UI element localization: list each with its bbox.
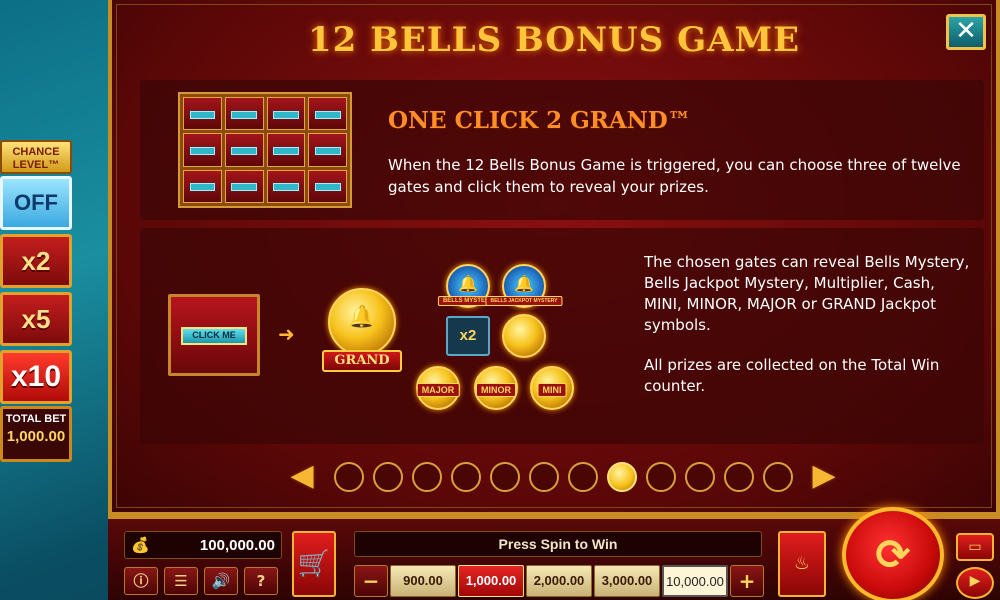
- total-bet-value: 1,000.00: [6, 428, 66, 445]
- paytable-panel: 12 BELLS BONUS GAME ✕ ONE CLICK 2 GRAND™…: [108, 0, 1000, 516]
- turbo-button[interactable]: ♨: [778, 531, 826, 597]
- arrow-right-icon: ➜: [278, 322, 295, 346]
- next-page-button[interactable]: ▶: [800, 459, 848, 493]
- page-dot[interactable]: [490, 462, 520, 492]
- help-button[interactable]: ?: [244, 567, 278, 595]
- increase-bet-button[interactable]: +: [730, 565, 764, 597]
- page-dot[interactable]: [334, 462, 364, 492]
- help-icon: ?: [256, 572, 266, 590]
- control-bar: 💰 100,000.00 ⓘ ☰ 🔊 ? 🛒 Press Spin to Win…: [108, 507, 1000, 600]
- turbo-icon: ♨: [793, 553, 811, 574]
- gate-tile: [308, 169, 347, 203]
- info-icon: ⓘ: [133, 572, 149, 590]
- one-click-section: ONE CLICK 2 GRAND™ When the 12 Bells Bon…: [140, 80, 984, 220]
- gate-prizes-section: CLICK ME ➜ 🔔 GRAND 🔔 BELLS MYSTERY 🔔 BEL…: [140, 228, 984, 444]
- chance-x10-button[interactable]: x10: [0, 350, 72, 404]
- bet-option[interactable]: 3,000.00: [594, 565, 660, 597]
- page-dot[interactable]: [763, 462, 793, 492]
- sound-button[interactable]: 🔊: [204, 567, 238, 595]
- major-symbol: MAJOR: [416, 366, 460, 410]
- gate-tile: [183, 97, 222, 131]
- click-me-label: CLICK ME: [181, 327, 247, 345]
- page-navigation: ◀ ▶: [278, 456, 848, 496]
- balance-display: 💰 100,000.00: [124, 531, 282, 559]
- click-me-gate-image: CLICK ME: [168, 294, 260, 376]
- card-icon: ▭: [968, 539, 982, 555]
- section-description: The chosen gates can reveal Bells Myster…: [644, 252, 974, 397]
- chance-x2-button[interactable]: x2: [0, 234, 72, 288]
- mini-symbol: MINI: [530, 366, 574, 410]
- page-dot[interactable]: [412, 462, 442, 492]
- grand-bell-coin: 🔔: [328, 288, 396, 356]
- minor-label: MINOR: [476, 383, 516, 397]
- bells-jackpot-mystery-label: BELLS JACKPOT MYSTERY: [485, 296, 563, 306]
- total-bet-label: TOTAL BET: [5, 413, 67, 425]
- section-heading: ONE CLICK 2 GRAND™: [388, 107, 691, 134]
- gate-tile: [224, 169, 264, 203]
- bell-icon: 🔔: [348, 305, 376, 331]
- close-icon: ✕: [955, 16, 977, 46]
- page-dot[interactable]: [724, 462, 754, 492]
- chance-x5-button[interactable]: x5: [0, 292, 72, 346]
- page-dot[interactable]: [529, 462, 559, 492]
- balance-value: 100,000.00: [199, 537, 275, 554]
- multiplier-symbol: x2: [446, 316, 490, 356]
- bet-option[interactable]: 900.00: [390, 565, 456, 597]
- page-dot[interactable]: [568, 462, 598, 492]
- prizes-description: The chosen gates can reveal Bells Myster…: [644, 253, 970, 334]
- bell-icon: 🔔: [514, 273, 534, 293]
- close-button[interactable]: ✕: [946, 14, 986, 50]
- grand-label: GRAND: [322, 350, 402, 372]
- gamble-button[interactable]: ▭: [956, 533, 994, 561]
- gate-tile: [266, 97, 306, 131]
- autoplay-button[interactable]: ▶: [956, 567, 994, 599]
- bet-option-selected[interactable]: 1,000.00: [458, 565, 524, 597]
- gate-tile: [308, 97, 347, 131]
- bells-mystery-symbol: 🔔 BELLS MYSTERY: [437, 264, 499, 308]
- gate-tile: [308, 133, 347, 167]
- menu-icon: ☰: [174, 572, 188, 590]
- menu-button[interactable]: ☰: [164, 567, 198, 595]
- page-dots: [334, 462, 793, 492]
- chance-level-title: CHANCE LEVEL™: [0, 140, 72, 174]
- utility-buttons: ⓘ ☰ 🔊 ?: [124, 567, 278, 595]
- money-bag-icon: 💰: [131, 536, 150, 554]
- decrease-bet-button[interactable]: −: [354, 565, 388, 597]
- page-title: 12 BELLS BONUS GAME: [307, 20, 801, 60]
- bet-selector: − 900.00 1,000.00 2,000.00 3,000.00 10,0…: [354, 565, 764, 597]
- page-dot-active[interactable]: [607, 462, 637, 492]
- gates-grid-image: [178, 92, 352, 208]
- total-win-description: All prizes are collected on the Total Wi…: [644, 356, 940, 395]
- gate-tile: [183, 169, 222, 203]
- chance-off-button[interactable]: OFF: [0, 176, 72, 230]
- cart-icon: 🛒: [297, 549, 331, 579]
- previous-page-button[interactable]: ◀: [278, 459, 326, 493]
- play-icon: ▶: [969, 573, 981, 589]
- bet-option[interactable]: 10,000.00: [662, 565, 728, 597]
- spin-button[interactable]: ⟳: [842, 507, 944, 600]
- bell-icon: 🔔: [458, 273, 478, 293]
- gate-tile: [224, 97, 264, 131]
- page-dot[interactable]: [646, 462, 676, 492]
- gate-tile: [183, 133, 222, 167]
- minor-symbol: MINOR: [474, 366, 518, 410]
- gate-tile: [266, 169, 306, 203]
- status-message: Press Spin to Win: [354, 531, 762, 557]
- bells-jackpot-mystery-symbol: 🔔 BELLS JACKPOT MYSTERY: [485, 264, 563, 308]
- speaker-icon: 🔊: [211, 572, 231, 590]
- gate-tile: [266, 133, 306, 167]
- section-description: When the 12 Bells Bonus Game is triggere…: [388, 156, 961, 196]
- page-dot[interactable]: [451, 462, 481, 492]
- buy-bonus-button[interactable]: 🛒: [292, 531, 336, 597]
- gate-tile: [224, 133, 264, 167]
- major-label: MAJOR: [416, 383, 460, 397]
- info-button[interactable]: ⓘ: [124, 567, 158, 595]
- total-bet-box: TOTAL BET 1,000.00: [0, 406, 72, 462]
- bet-option[interactable]: 2,000.00: [526, 565, 592, 597]
- cash-coin-symbol: [502, 314, 546, 358]
- page-dot[interactable]: [685, 462, 715, 492]
- spin-arrows-icon: ⟳: [875, 530, 911, 579]
- page-dot[interactable]: [373, 462, 403, 492]
- mini-label: MINI: [537, 383, 567, 397]
